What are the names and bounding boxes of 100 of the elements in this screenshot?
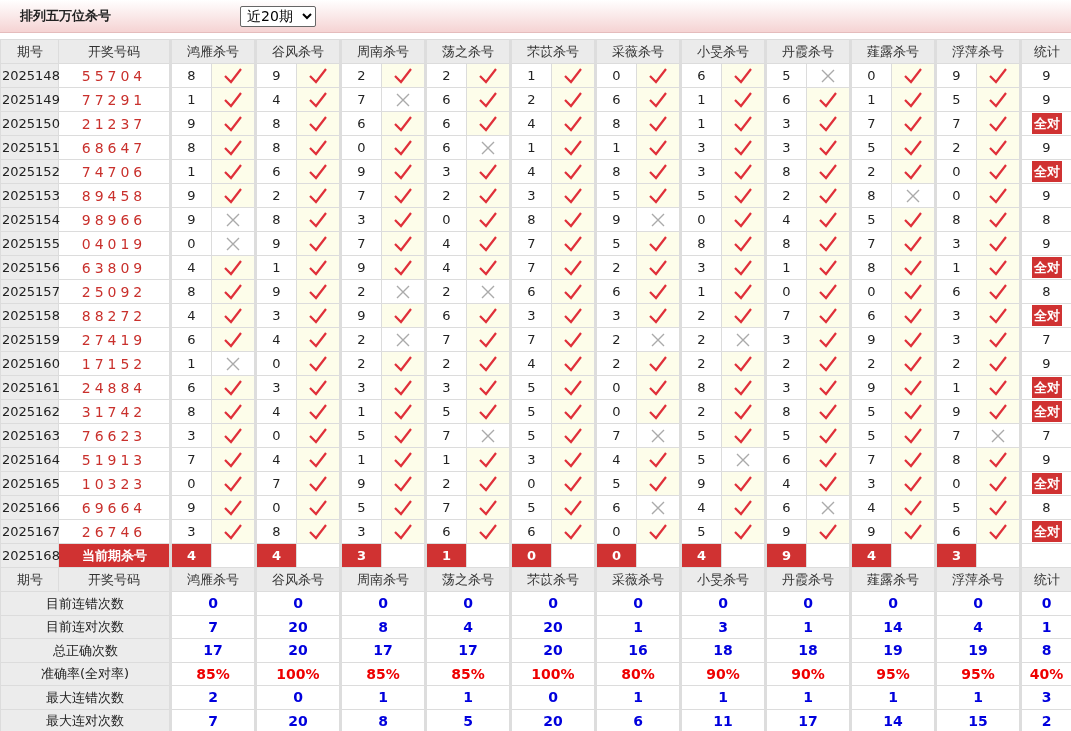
stat-count: 9 (1042, 140, 1051, 155)
stat-value: 90% (765, 662, 851, 686)
all-correct-tag: 全对 (1031, 113, 1062, 134)
stat-value: 1 (1020, 615, 1071, 639)
stat-value: 1 (765, 685, 851, 709)
stat-value: 1 (425, 685, 511, 709)
stat-count: 9 (1042, 188, 1051, 203)
column-header: 薤露杀号 (850, 39, 936, 64)
column-header: 开奖号码 (58, 567, 171, 592)
stat-value: 1 (850, 685, 936, 709)
stat-value: 0 (510, 591, 596, 615)
stat-count: 7 (1042, 332, 1051, 347)
stat-value: 16 (595, 638, 681, 662)
stat-value: 90% (680, 662, 766, 686)
stat-value: 85% (340, 662, 426, 686)
stat-value: 8 (340, 615, 426, 639)
period-cell: 2025163 (0, 423, 59, 448)
stat-value: 100% (255, 662, 341, 686)
stat-count: 9 (1042, 92, 1051, 107)
all-correct-tag: 全对 (1031, 521, 1062, 542)
column-header: 周南杀号 (340, 39, 426, 64)
column-header: 期号 (0, 567, 59, 592)
stat-value: 8 (1020, 638, 1071, 662)
column-header: 采薇杀号 (595, 39, 681, 64)
column-header: 谷风杀号 (255, 39, 341, 64)
stat-value: 18 (765, 638, 851, 662)
column-header: 开奖号码 (58, 39, 171, 64)
all-correct-tag: 全对 (1031, 257, 1062, 278)
stat-value: 0 (340, 591, 426, 615)
current-kill-number: 3 (340, 543, 382, 568)
stat-value: 20 (255, 615, 341, 639)
all-correct-tag: 全对 (1031, 401, 1062, 422)
stat-value: 1 (595, 685, 681, 709)
period-cell: 2025157 (0, 279, 59, 304)
period-cell: 2025158 (0, 303, 59, 328)
stat-value: 0 (680, 591, 766, 615)
stat-label: 总正确次数 (0, 638, 171, 662)
stat-value: 95% (850, 662, 936, 686)
period-cell: 2025152 (0, 159, 59, 184)
all-correct-tag: 全对 (1031, 161, 1062, 182)
stat-value: 80% (595, 662, 681, 686)
period-cell: 2025161 (0, 375, 59, 400)
stat-value: 2 (170, 685, 256, 709)
period-cell: 2025168 (0, 543, 59, 568)
stat-count: 9 (1042, 68, 1051, 83)
stat-value: 3 (1020, 685, 1071, 709)
stat-value: 4 (425, 615, 511, 639)
stat-value: 95% (935, 662, 1021, 686)
stat-value: 40% (1020, 662, 1071, 686)
stat-value: 0 (850, 591, 936, 615)
period-cell: 2025156 (0, 255, 59, 280)
stat-value: 85% (425, 662, 511, 686)
period-select[interactable]: 近20期 (240, 5, 316, 27)
period-cell: 2025162 (0, 399, 59, 424)
current-kill-label: 当前期杀号 (58, 543, 171, 568)
stat-value: 85% (170, 662, 256, 686)
stat-value: 0 (595, 591, 681, 615)
stat-value: 0 (935, 591, 1021, 615)
stat-value: 3 (680, 615, 766, 639)
current-kill-number: 3 (935, 543, 977, 568)
stat-label: 目前连错次数 (0, 591, 171, 615)
current-kill-number: 0 (510, 543, 552, 568)
stat-value: 1 (935, 685, 1021, 709)
stat-count: 8 (1042, 500, 1051, 515)
stat-value: 1 (595, 615, 681, 639)
stat-count: 9 (1042, 236, 1051, 251)
stat-count: 9 (1042, 452, 1051, 467)
period-cell: 2025159 (0, 327, 59, 352)
stat-value: 17 (170, 638, 256, 662)
stat-label: 最大连错次数 (0, 685, 171, 709)
stat-value: 1 (680, 685, 766, 709)
stat-value: 14 (850, 615, 936, 639)
stat-label: 最大连对次数 (0, 709, 171, 731)
stat-label: 准确率(全对率) (0, 662, 171, 686)
stat-value: 0 (1020, 591, 1071, 615)
column-header: 荡之杀号 (425, 39, 511, 64)
column-header: 统计 (1020, 567, 1071, 592)
current-kill-number: 4 (170, 543, 212, 568)
stat-value: 0 (255, 591, 341, 615)
period-cell: 2025164 (0, 447, 59, 472)
current-kill-number: 4 (850, 543, 892, 568)
period-cell: 2025160 (0, 351, 59, 376)
current-kill-number: 1 (425, 543, 467, 568)
period-cell: 2025166 (0, 495, 59, 520)
stat-value: 1 (340, 685, 426, 709)
stat-value: 0 (510, 685, 596, 709)
period-cell: 2025149 (0, 87, 59, 112)
stat-value: 20 (510, 638, 596, 662)
column-header: 期号 (0, 39, 59, 64)
period-cell: 2025150 (0, 111, 59, 136)
column-header: 统计 (1020, 39, 1071, 64)
page-title: 排列五万位杀号 (19, 7, 112, 26)
stat-value: 0 (425, 591, 511, 615)
stat-value: 20 (255, 638, 341, 662)
column-header: 芣苡杀号 (510, 39, 596, 64)
period-cell: 2025154 (0, 207, 59, 232)
all-correct-tag: 全对 (1031, 305, 1062, 326)
period-cell: 2025167 (0, 519, 59, 544)
stat-value: 1 (765, 615, 851, 639)
stat-value: 18 (680, 638, 766, 662)
